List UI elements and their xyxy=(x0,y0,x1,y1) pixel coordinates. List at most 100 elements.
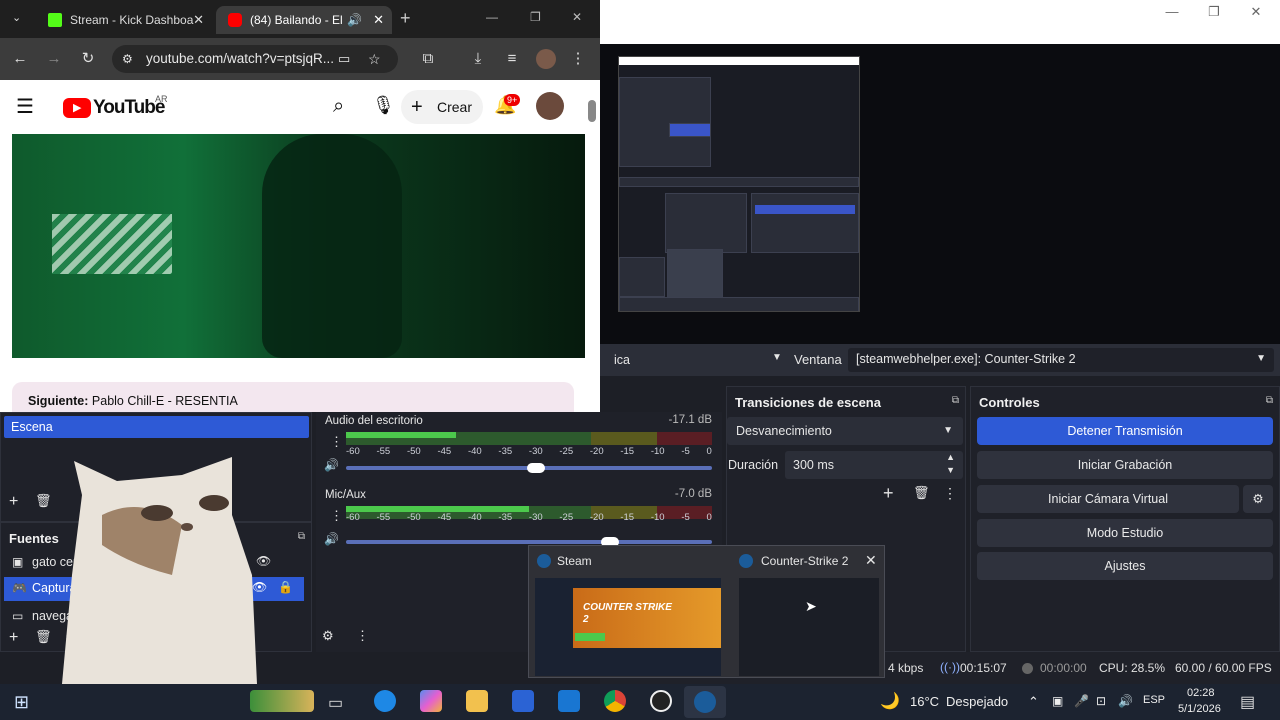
spin-up-icon[interactable]: ▲ xyxy=(946,452,955,462)
download-icon[interactable]: ⤓ xyxy=(468,49,488,69)
duration-spinbox[interactable]: 300 ms ▲ ▼ xyxy=(785,451,963,479)
speaker-icon[interactable]: 🔊 xyxy=(324,458,339,472)
transition-menu-dots-icon[interactable]: ⋮ xyxy=(943,485,957,502)
cast-icon[interactable]: ▭ xyxy=(338,45,350,73)
tray-chevron-up-icon[interactable]: ⌃ xyxy=(1028,694,1039,710)
window-select[interactable]: [steamwebhelper.exe]: Counter-Strike 2 ▼ xyxy=(848,348,1274,372)
studio-mode-button[interactable]: Modo Estudio xyxy=(977,519,1273,547)
clock-date[interactable]: 5/1/2026 xyxy=(1178,703,1221,715)
speaker-icon[interactable]: 🔊 xyxy=(347,6,362,34)
obs-icon[interactable] xyxy=(650,690,672,712)
add-scene-icon[interactable]: + xyxy=(9,493,18,511)
maximize-icon[interactable]: ❐ xyxy=(1194,2,1234,22)
virtual-camera-settings-gear-icon[interactable]: ⚙ xyxy=(1243,485,1273,513)
chrome-icon[interactable] xyxy=(604,690,626,712)
minimize-icon[interactable]: — xyxy=(1152,2,1192,22)
scale-tick: -45 xyxy=(437,446,452,457)
tray-microphone-icon[interactable]: 🎤 xyxy=(1074,694,1089,708)
tab-search-icon[interactable]: ⌄ xyxy=(12,11,21,24)
speaker-icon[interactable]: 🔊 xyxy=(324,532,339,546)
site-info-icon[interactable]: ⚙ xyxy=(122,45,133,73)
slider-handle[interactable] xyxy=(527,463,546,473)
up-next-bar[interactable]: Siguiente: Pablo Chill-E - RESENTIA xyxy=(12,382,574,412)
mixer-settings-gear-icon[interactable]: ⚙ xyxy=(322,628,334,644)
close-tab-icon[interactable]: ✕ xyxy=(373,6,384,34)
notification-center-icon[interactable]: ▤ xyxy=(1240,692,1255,712)
minimize-icon[interactable]: — xyxy=(486,10,498,24)
input-language[interactable]: ESP xyxy=(1143,694,1165,706)
remove-scene-icon[interactable]: 🗑 xyxy=(35,493,52,509)
channel-menu-dots-icon[interactable]: ⋮ xyxy=(330,434,343,450)
scale-tick: -45 xyxy=(437,512,452,523)
close-icon[interactable]: ✕ xyxy=(572,10,582,24)
settings-button[interactable]: Ajustes xyxy=(977,552,1273,580)
scale-tick: -15 xyxy=(620,512,635,523)
stop-streaming-button[interactable]: Detener Transmisión xyxy=(977,417,1273,445)
menu-dots-icon[interactable]: ⋮ xyxy=(568,49,588,69)
remove-source-icon[interactable]: 🗑 xyxy=(35,629,52,645)
bookmark-star-icon[interactable]: ☆ xyxy=(368,45,381,73)
youtube-logo-icon[interactable]: ▶ xyxy=(63,98,91,118)
tab-youtube[interactable]: (84) Bailando - El 🔊 ✕ xyxy=(216,6,392,34)
forward-icon[interactable]: → xyxy=(44,49,64,69)
undock-icon[interactable]: ⧉ xyxy=(298,531,305,542)
chevron-down-icon[interactable]: ▼ xyxy=(772,352,782,363)
search-icon[interactable]: ⌕ xyxy=(333,95,344,118)
close-icon[interactable]: ✕ xyxy=(1236,2,1276,22)
back-icon[interactable]: ← xyxy=(10,49,30,69)
channel-menu-dots-icon[interactable]: ⋮ xyxy=(330,508,343,524)
steam-icon xyxy=(537,554,551,568)
profile-avatar[interactable] xyxy=(536,49,556,69)
widgets-landscape-icon[interactable] xyxy=(250,690,314,712)
mixer-menu-dots-icon[interactable]: ⋮ xyxy=(356,628,369,644)
close-icon[interactable]: ✕ xyxy=(865,552,877,569)
extensions-icon[interactable]: ⧉ xyxy=(418,49,438,69)
close-tab-icon[interactable]: ✕ xyxy=(193,6,204,34)
thumbnail-steam[interactable]: Steam COUNTER STRIKE 2 xyxy=(533,550,729,676)
undock-icon[interactable]: ⧉ xyxy=(952,395,959,406)
lock-icon[interactable]: 🔒 xyxy=(278,580,293,594)
video-player[interactable] xyxy=(12,134,585,358)
thumbnail-counter-strike[interactable]: Counter-Strike 2 ✕ ➤ xyxy=(735,550,882,676)
tab-kick[interactable]: Stream - Kick Dashboa ✕ xyxy=(36,6,212,34)
start-virtual-camera-button[interactable]: Iniciar Cámara Virtual xyxy=(977,485,1239,513)
outlook-icon[interactable] xyxy=(558,690,580,712)
volume-slider[interactable] xyxy=(346,537,712,547)
weather-moon-icon[interactable]: 🌙 xyxy=(880,691,900,711)
tray-app-icon[interactable]: ▣ xyxy=(1052,694,1063,708)
reload-icon[interactable]: ↻ xyxy=(78,49,98,69)
spin-down-icon[interactable]: ▼ xyxy=(946,465,955,475)
page-scrollbar[interactable] xyxy=(588,100,596,122)
new-tab-icon[interactable]: + xyxy=(400,8,411,29)
scale-tick: -40 xyxy=(467,512,482,523)
add-source-icon[interactable]: + xyxy=(9,629,18,647)
add-transition-icon[interactable]: + xyxy=(883,483,894,504)
undock-icon[interactable]: ⧉ xyxy=(1266,395,1273,406)
microphone-icon[interactable]: 🎙 xyxy=(372,95,395,116)
network-icon[interactable]: ⊡ xyxy=(1096,694,1106,708)
account-avatar[interactable] xyxy=(536,92,564,120)
remove-transition-icon[interactable]: 🗑 xyxy=(913,485,930,501)
chevron-down-icon: ▼ xyxy=(943,425,953,436)
clock-time[interactable]: 02:28 xyxy=(1187,687,1215,699)
visibility-eye-icon[interactable]: 👁 xyxy=(256,554,271,568)
media-control-icon[interactable]: ≡ xyxy=(502,49,522,69)
transition-select[interactable]: Desvanecimiento ▼ xyxy=(727,417,963,445)
task-view-icon[interactable]: ▭ xyxy=(328,693,343,713)
volume-icon[interactable]: 🔊 xyxy=(1118,694,1133,708)
window-select-value: [steamwebhelper.exe]: Counter-Strike 2 xyxy=(856,352,1076,366)
microsoft-store-icon[interactable] xyxy=(512,690,534,712)
copilot-icon[interactable] xyxy=(420,690,442,712)
taskbar-active-app[interactable] xyxy=(684,686,726,718)
stream-signal-icon: ((·)) xyxy=(940,660,960,674)
hamburger-menu-icon[interactable]: ☰ xyxy=(16,94,34,119)
file-explorer-icon[interactable] xyxy=(466,690,488,712)
maximize-icon[interactable]: ❐ xyxy=(530,10,541,24)
edge-icon[interactable] xyxy=(374,690,396,712)
start-recording-button[interactable]: Iniciar Grabación xyxy=(977,451,1273,479)
scene-item-selected[interactable]: Escena xyxy=(4,416,309,438)
address-bar[interactable]: ⚙ youtube.com/watch?v=ptsjqR... ▭ ☆ xyxy=(112,45,398,73)
create-button[interactable]: + Crear xyxy=(401,90,483,124)
volume-slider[interactable] xyxy=(346,463,712,473)
start-windows-icon[interactable]: ⊞ xyxy=(14,692,29,713)
